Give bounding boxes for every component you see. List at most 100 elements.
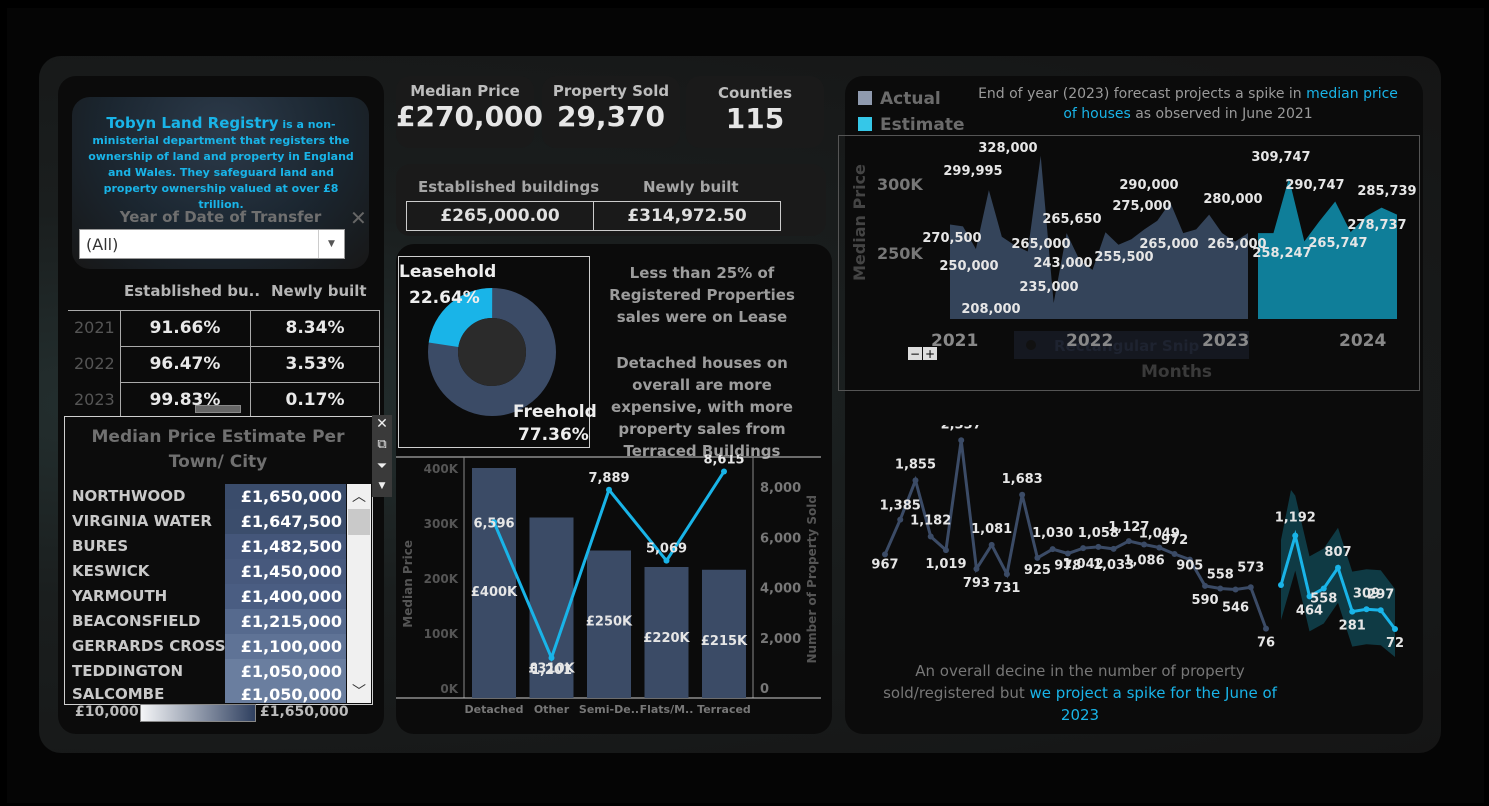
- estimate-point[interactable]: [1292, 532, 1299, 539]
- sales-label: 1,855: [895, 457, 936, 472]
- sales-label: 1,030: [1032, 526, 1073, 541]
- kpi-sold-value: 29,370: [556, 100, 666, 133]
- close-icon[interactable]: ✕: [372, 416, 392, 432]
- estimate-point[interactable]: [1349, 608, 1356, 615]
- toolbar: ✕ ⧉ ⏷ ▼: [372, 415, 392, 497]
- bar-y2tick: 4,000: [760, 582, 801, 597]
- estimate-point[interactable]: [1278, 582, 1284, 588]
- popout-icon[interactable]: ⧉: [372, 437, 392, 452]
- freehold-pct: 77.36%: [518, 425, 589, 445]
- town-name: NORTHWOOD: [72, 487, 186, 505]
- actual-point[interactable]: [927, 533, 934, 540]
- annotation-text-end: as observed in June 2021: [1130, 106, 1313, 122]
- actual-point[interactable]: [1034, 554, 1041, 561]
- area-label: 285,739: [1357, 184, 1416, 199]
- sold-point[interactable]: [721, 468, 727, 475]
- actual-point[interactable]: [1217, 585, 1224, 592]
- bar-category: Other: [534, 703, 570, 716]
- actual-point[interactable]: [1049, 546, 1056, 553]
- sales-label: 731: [993, 581, 1020, 596]
- actual-point[interactable]: [1247, 584, 1254, 591]
- town-name: BEACONSFIELD: [72, 612, 201, 630]
- estimate-point[interactable]: [1363, 606, 1370, 613]
- estimate-label: 558: [1310, 592, 1337, 607]
- caption-highlight: we project a spike for the June of 2023: [1029, 684, 1277, 724]
- kpi-counties: Counties 115: [686, 76, 824, 148]
- sales-label: 546: [1222, 601, 1249, 616]
- bar-category: Detached: [465, 703, 524, 716]
- town-price: £1,050,000: [225, 659, 346, 684]
- sold-label: 7,889: [588, 471, 629, 486]
- town-price: £1,482,500: [225, 534, 346, 559]
- area-label: 280,000: [1203, 192, 1262, 207]
- actual-point[interactable]: [1019, 491, 1026, 498]
- sold-label: 8,615: [703, 455, 744, 468]
- town-table-title: Median Price Estimate Per Town/ City: [91, 427, 345, 472]
- snip-icon: [1026, 340, 1036, 350]
- scrollbar[interactable]: ︿ ﹀: [347, 484, 371, 703]
- actual-point[interactable]: [1064, 550, 1071, 557]
- actual-point[interactable]: [1003, 571, 1010, 578]
- estimate-point[interactable]: [1392, 626, 1398, 632]
- actual-point[interactable]: [942, 547, 949, 554]
- kpi-counties-label: Counties: [717, 84, 793, 102]
- actual-point[interactable]: [897, 516, 904, 523]
- sales-label: 76: [1257, 636, 1275, 651]
- area-chart: Median Price 300K 250K Rectangular Snip …: [850, 141, 1417, 382]
- town-name: SALCOMBE: [72, 685, 165, 703]
- town-name: BURES: [72, 537, 129, 555]
- established-label: Established buildings: [418, 178, 600, 196]
- sold-point[interactable]: [548, 654, 555, 661]
- actual-point[interactable]: [973, 565, 980, 572]
- resize-handle[interactable]: [195, 405, 241, 413]
- actual-point[interactable]: [1263, 625, 1269, 632]
- filter-icon[interactable]: ⏷: [372, 459, 392, 474]
- scroll-down-icon[interactable]: ﹀: [347, 681, 371, 701]
- legend-actual-swatch: [858, 91, 872, 105]
- year-2023: 2023: [74, 390, 115, 409]
- actual-point[interactable]: [1110, 545, 1117, 552]
- actual-point[interactable]: [1202, 582, 1209, 589]
- area-label: 309,747: [1251, 150, 1310, 165]
- town-name: VIRGINIA WATER: [72, 512, 212, 530]
- kpi-median-value: £270,000: [396, 100, 544, 133]
- sales-label: 1,683: [1002, 472, 1043, 487]
- sales-label: 1,019: [925, 557, 966, 572]
- actual-point[interactable]: [1095, 543, 1102, 550]
- scroll-thumb[interactable]: [348, 509, 370, 535]
- actual-point[interactable]: [1141, 541, 1148, 548]
- year-filter-dropdown[interactable]: (All) ▼: [79, 229, 345, 259]
- area-annotation: End of year (2023) forecast projects a s…: [978, 84, 1398, 124]
- estimate-label: 1,192: [1275, 511, 1316, 526]
- area-label: 278,737: [1347, 218, 1406, 233]
- actual-point[interactable]: [1232, 586, 1239, 593]
- bar-label: £400K: [471, 585, 518, 600]
- bar-y2tick: 2,000: [760, 632, 801, 647]
- legend-actual: Actual: [880, 89, 941, 109]
- chevron-down-icon[interactable]: ▼: [318, 230, 344, 258]
- estimate-point[interactable]: [1335, 564, 1341, 571]
- area-xtick: 2022: [1066, 331, 1113, 351]
- estimate-point[interactable]: [1377, 607, 1384, 614]
- actual-point[interactable]: [958, 437, 965, 444]
- established-2022: 96.47%: [149, 354, 221, 374]
- close-icon[interactable]: ✕: [350, 206, 367, 230]
- actual-point[interactable]: [1080, 545, 1087, 552]
- more-options-icon[interactable]: ▼: [372, 481, 392, 491]
- sold-point[interactable]: [663, 557, 670, 564]
- actual-point[interactable]: [988, 541, 995, 548]
- scroll-up-icon[interactable]: ︿: [347, 486, 371, 506]
- sold-label: 5,069: [646, 542, 687, 557]
- actual-point[interactable]: [1125, 538, 1132, 545]
- actual-point[interactable]: [1171, 551, 1178, 557]
- area-xtick: 2023: [1202, 331, 1249, 351]
- bar[interactable]: [472, 468, 516, 698]
- kpi-median-price: Median Price £270,000: [396, 76, 544, 148]
- actual-point[interactable]: [912, 477, 919, 484]
- town-price: £1,215,000: [225, 609, 346, 634]
- actual-area: [950, 155, 1248, 319]
- established-2021: 91.66%: [149, 318, 221, 338]
- sold-point[interactable]: [606, 486, 612, 493]
- town-price: £1,100,000: [225, 634, 346, 659]
- sold-label: 6,596: [473, 516, 514, 531]
